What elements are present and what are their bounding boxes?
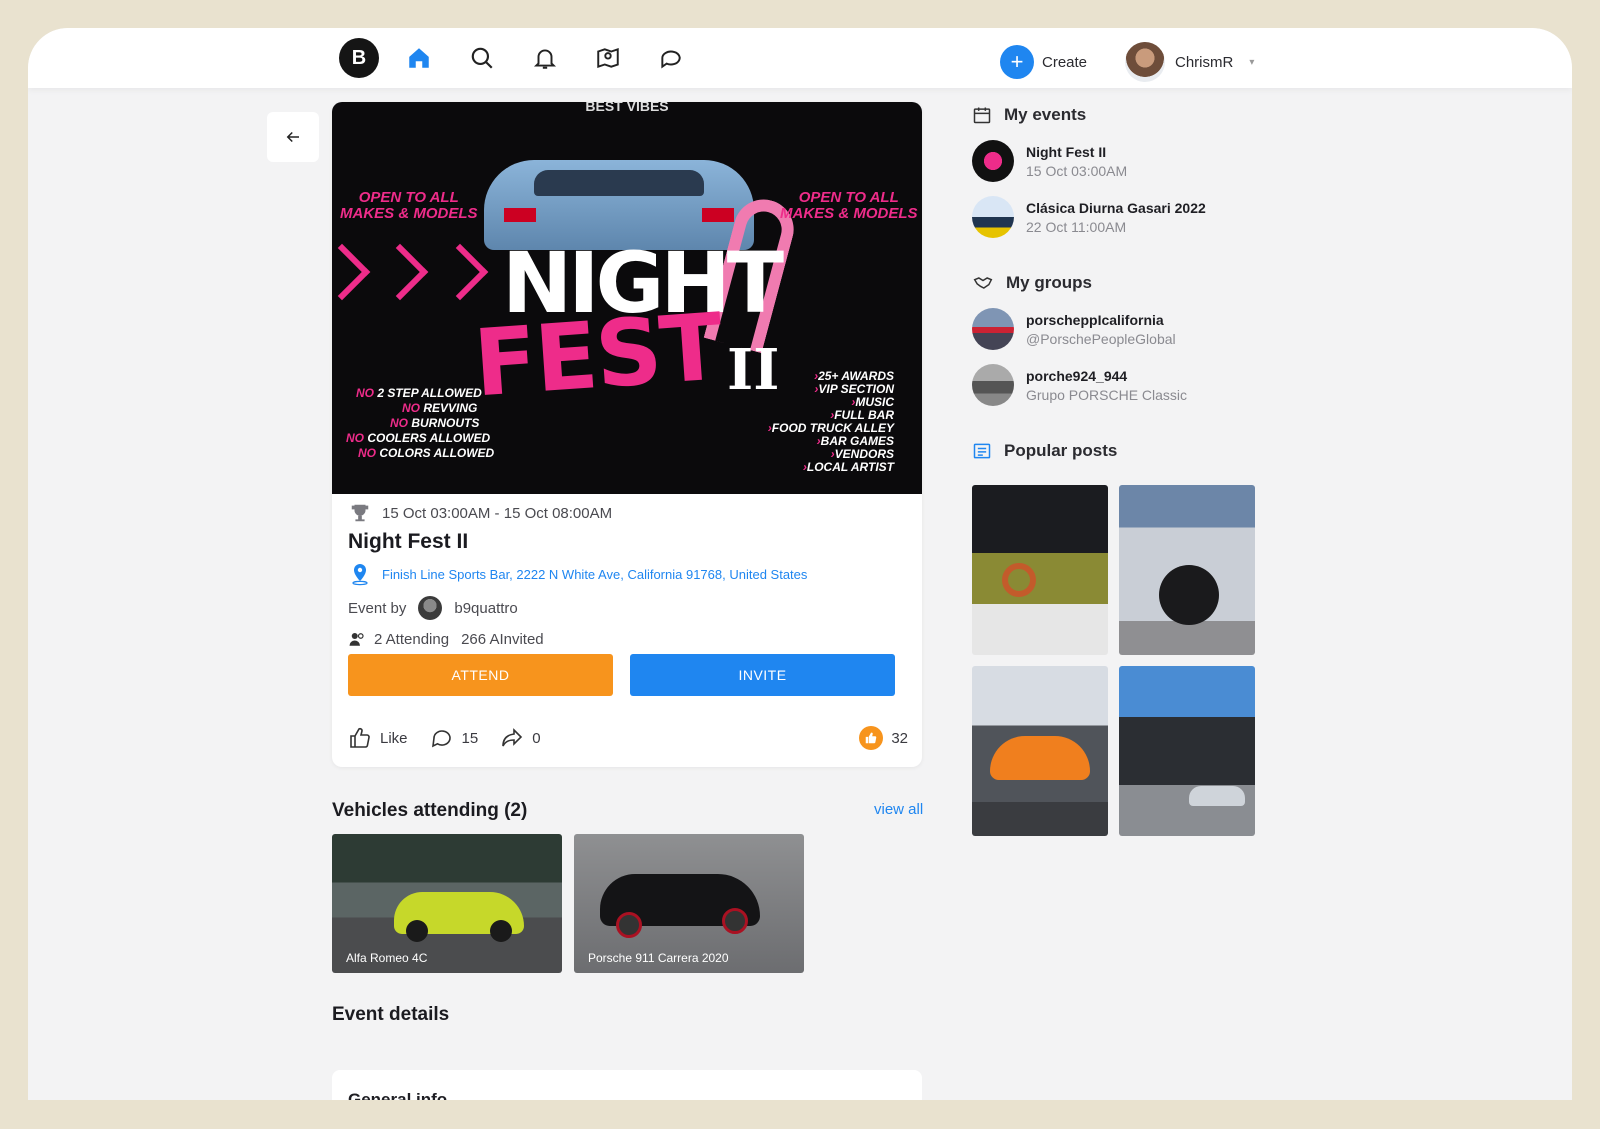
popular-post-thumb[interactable] xyxy=(1119,485,1255,655)
user-avatar xyxy=(1125,42,1165,82)
right-sidebar: My events Night Fest II 15 Oct 03:00AM Cl… xyxy=(972,102,1252,464)
general-info-title: General info xyxy=(348,1090,448,1100)
share-button[interactable]: 0 xyxy=(500,726,541,750)
attend-button[interactable]: ATTEND xyxy=(348,654,613,696)
comment-button[interactable]: 15 xyxy=(430,726,479,750)
event-details-heading: Event details xyxy=(332,1004,450,1025)
event-location-row[interactable]: Finish Line Sports Bar, 2222 N White Ave… xyxy=(348,562,908,586)
my-event-item[interactable]: Clásica Diurna Gasari 2022 22 Oct 11:00AM xyxy=(972,194,1252,240)
create-button[interactable]: + Create xyxy=(1000,45,1087,79)
search-icon[interactable] xyxy=(466,42,498,74)
reaction-count: 32 xyxy=(891,729,908,747)
vehicle-card[interactable]: Porsche 911 Carrera 2020 xyxy=(574,834,804,973)
reaction-like-icon xyxy=(859,726,884,750)
my-group-item[interactable]: porscheppIcalifornia @PorschePeopleGlobal xyxy=(972,306,1252,352)
vehicle-name: Porsche 911 Carrera 2020 xyxy=(588,951,729,965)
popular-post-thumb[interactable] xyxy=(972,485,1108,655)
create-label: Create xyxy=(1042,53,1088,71)
posts-icon xyxy=(973,443,991,459)
poster-open-right: OPEN TO ALL MAKES & MODELS xyxy=(780,189,918,222)
trophy-icon xyxy=(351,504,369,522)
chevron-down-icon: ▾ xyxy=(1249,56,1255,68)
app-logo[interactable]: B xyxy=(339,38,379,78)
event-action-buttons: ATTEND INVITE xyxy=(348,654,895,696)
vehicles-heading: Vehicles attending (2) xyxy=(332,800,528,821)
view-all-link[interactable]: view all xyxy=(874,801,923,818)
comment-count: 15 xyxy=(461,729,479,747)
event-attendance-row: 2 Attending 266 AInvited xyxy=(348,630,908,648)
my-group-item[interactable]: porche924_944 Grupo PORSCHE Classic xyxy=(972,362,1252,408)
invited-count[interactable]: 266 AInvited xyxy=(461,631,544,648)
map-icon[interactable] xyxy=(592,42,624,74)
poster-header: BEST VIBES xyxy=(585,102,669,114)
event-organizer-row: Event by b9quattro xyxy=(348,596,908,620)
group-thumb xyxy=(972,308,1014,350)
poster-chevron xyxy=(431,243,489,301)
organizer-name[interactable]: b9quattro xyxy=(454,600,517,617)
group-thumb xyxy=(972,364,1014,406)
poster-perks: ›25+ AWARDS ›VIP SECTION ›MUSIC ›FULL BA… xyxy=(767,369,894,474)
reactions-summary[interactable]: 32 xyxy=(859,726,908,750)
handshake-icon xyxy=(973,277,993,289)
event-by-label: Event by xyxy=(348,599,407,617)
poster-chevron xyxy=(371,243,429,301)
people-icon xyxy=(349,633,364,646)
popular-posts-heading: Popular posts xyxy=(972,438,1252,464)
popular-post-thumb[interactable] xyxy=(1119,666,1255,836)
share-icon xyxy=(502,728,523,747)
top-navbar: B + Create ChrismR ▾ xyxy=(28,28,1572,88)
poster-open-left: OPEN TO ALL MAKES & MODELS xyxy=(340,189,478,222)
poster-rules: NO 2 STEP ALLOWED NO REVVING NO BURNOUTS… xyxy=(346,386,495,460)
event-thumb xyxy=(972,196,1014,238)
attending-count[interactable]: 2 Attending xyxy=(374,631,449,648)
back-button[interactable] xyxy=(267,112,319,162)
general-info-card: General info xyxy=(332,1070,922,1100)
comment-icon xyxy=(431,730,451,748)
event-card: BEST VIBES OPEN TO ALL MAKES & MODELS OPE… xyxy=(332,102,922,767)
popular-posts-grid xyxy=(972,485,1255,836)
poster-chevron xyxy=(332,243,371,301)
event-title: Night Fest II xyxy=(348,530,469,553)
my-events-heading: My events xyxy=(972,102,1252,128)
vehicle-card[interactable]: Alfa Romeo 4C xyxy=(332,834,562,973)
user-menu[interactable]: ChrismR ▾ xyxy=(1125,42,1254,82)
event-info: 15 Oct 03:00AM - 15 Oct 08:00AM Night Fe… xyxy=(348,502,908,648)
event-location[interactable]: Finish Line Sports Bar, 2222 N White Ave… xyxy=(382,567,807,582)
popular-post-thumb[interactable] xyxy=(972,666,1108,836)
bell-icon[interactable] xyxy=(529,42,561,74)
calendar-icon xyxy=(973,107,991,124)
device-frame: B + Create ChrismR ▾ BEST VIBES OPEN TO … xyxy=(0,0,1600,1129)
event-thumb xyxy=(972,140,1014,182)
arrow-left-icon xyxy=(286,131,299,143)
share-count: 0 xyxy=(532,729,541,747)
social-actions: Like 15 0 32 xyxy=(348,726,908,750)
user-name: ChrismR xyxy=(1175,53,1234,71)
vehicle-name: Alfa Romeo 4C xyxy=(346,951,428,965)
plus-icon: + xyxy=(1000,45,1034,79)
home-icon[interactable] xyxy=(403,42,435,74)
organizer-avatar[interactable] xyxy=(418,596,443,620)
invite-button[interactable]: INVITE xyxy=(630,654,895,696)
like-button[interactable]: Like xyxy=(348,726,408,750)
like-label: Like xyxy=(380,729,408,747)
thumbs-up-icon xyxy=(350,727,370,748)
my-event-item[interactable]: Night Fest II 15 Oct 03:00AM xyxy=(972,138,1252,184)
poster-title-fest: FEST xyxy=(470,293,725,418)
app-screen: B + Create ChrismR ▾ BEST VIBES OPEN TO … xyxy=(28,28,1572,1100)
event-dates-row: 15 Oct 03:00AM - 15 Oct 08:00AM xyxy=(348,502,908,524)
event-poster[interactable]: BEST VIBES OPEN TO ALL MAKES & MODELS OPE… xyxy=(332,102,922,494)
chat-icon[interactable] xyxy=(655,42,687,74)
event-dates: 15 Oct 03:00AM - 15 Oct 08:00AM xyxy=(382,504,613,522)
location-pin-icon xyxy=(352,564,368,586)
my-groups-heading: My groups xyxy=(972,270,1252,296)
